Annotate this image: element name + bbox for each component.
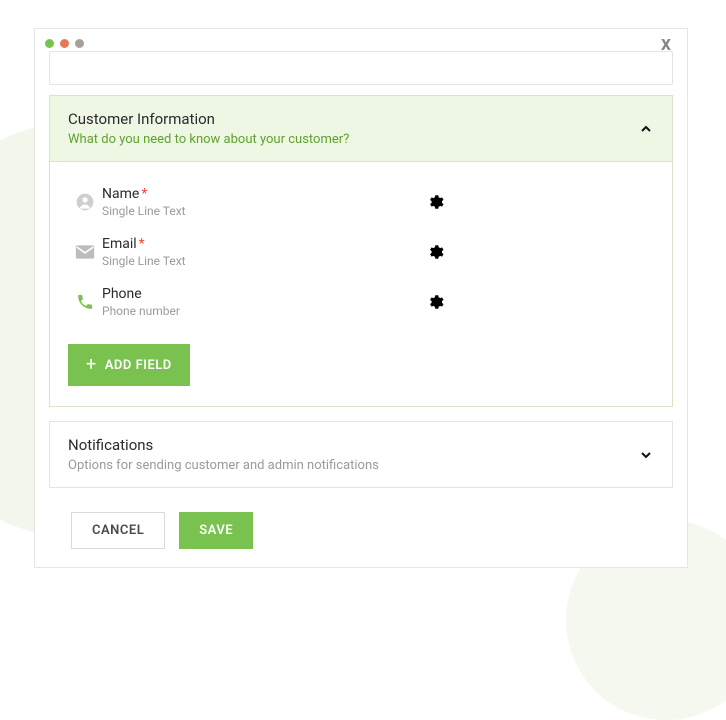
field-type: Phone number: [102, 304, 302, 318]
dialog-window: x Customer Information What do you need …: [34, 28, 688, 568]
card-header-text: Notifications Options for sending custom…: [68, 436, 379, 473]
chevron-down-icon: [638, 447, 654, 463]
field-type: Single Line Text: [102, 254, 302, 268]
card-subtitle: Options for sending customer and admin n…: [68, 458, 379, 473]
traffic-light-dot: [60, 39, 69, 48]
person-icon: [68, 192, 102, 212]
field-text: Email* Single Line Text: [102, 236, 302, 268]
field-name: Phone: [102, 286, 302, 302]
plus-icon: +: [86, 356, 97, 374]
customer-information-card: Customer Information What do you need to…: [49, 95, 673, 407]
gear-icon[interactable]: [422, 189, 448, 215]
phone-icon: [68, 293, 102, 311]
required-marker: *: [141, 186, 147, 202]
mail-icon: [68, 244, 102, 260]
card-title: Notifications: [68, 436, 379, 454]
collapsed-card-stub: [49, 51, 673, 85]
traffic-light-dot: [45, 39, 54, 48]
field-name: Name*: [102, 186, 302, 202]
close-button[interactable]: x: [661, 31, 677, 55]
card-body: Name* Single Line Text Email* Single Lin…: [50, 162, 672, 406]
cancel-button[interactable]: CANCEL: [71, 512, 165, 549]
dialog-content: Customer Information What do you need to…: [35, 51, 687, 573]
field-row: Email* Single Line Text: [68, 230, 654, 274]
field-row: Name* Single Line Text: [68, 180, 654, 224]
card-title: Customer Information: [68, 110, 349, 128]
card-header-text: Customer Information What do you need to…: [68, 110, 349, 147]
gear-icon[interactable]: [422, 239, 448, 265]
notifications-header[interactable]: Notifications Options for sending custom…: [50, 422, 672, 487]
notifications-card: Notifications Options for sending custom…: [49, 421, 673, 488]
gear-icon[interactable]: [422, 289, 448, 315]
field-name: Email*: [102, 236, 302, 252]
field-row: Phone Phone number: [68, 280, 654, 324]
dialog-actions: CANCEL SAVE: [49, 502, 673, 559]
card-subtitle: What do you need to know about your cust…: [68, 132, 349, 147]
field-text: Name* Single Line Text: [102, 186, 302, 218]
chevron-up-icon: [638, 121, 654, 137]
save-button[interactable]: SAVE: [179, 512, 253, 549]
required-marker: *: [139, 236, 145, 252]
field-type: Single Line Text: [102, 204, 302, 218]
traffic-light-dot: [75, 39, 84, 48]
customer-information-header[interactable]: Customer Information What do you need to…: [50, 96, 672, 162]
window-titlebar: x: [35, 29, 687, 51]
add-field-button[interactable]: + ADD FIELD: [68, 344, 190, 386]
add-field-label: ADD FIELD: [105, 358, 172, 373]
field-text: Phone Phone number: [102, 286, 302, 318]
